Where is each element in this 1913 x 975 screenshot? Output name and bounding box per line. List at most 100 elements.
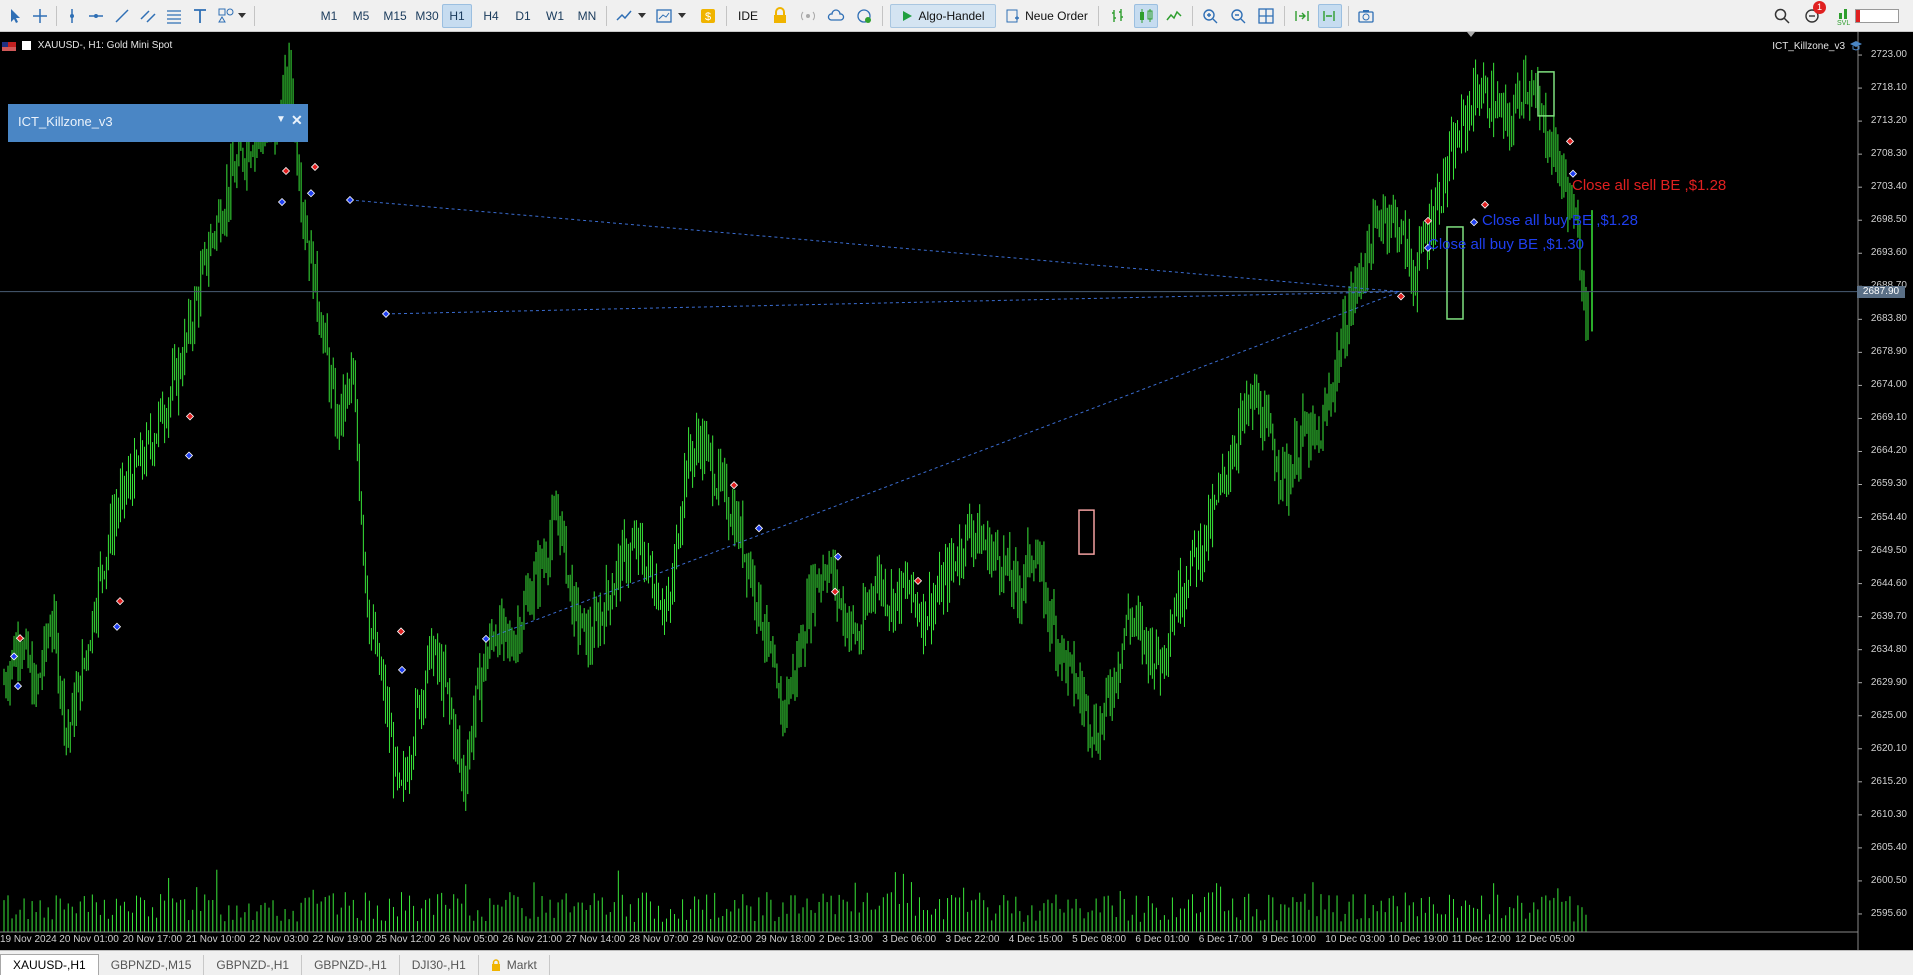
svg-text:$: $	[705, 11, 711, 23]
algo-trading-button[interactable]: Algo-Handel	[890, 4, 996, 28]
horizontal-line-icon[interactable]	[84, 4, 108, 28]
sell-marker	[281, 166, 291, 176]
search-icon[interactable]	[1770, 4, 1794, 28]
time-axis[interactable]: 19 Nov 2024 20 Nov 01:00 20 Nov 17:00 21 No…	[0, 932, 1859, 950]
time-tick-label: 9 Dec 10:00	[1262, 934, 1316, 945]
time-tick-label: 4 Dec 15:00	[1008, 934, 1063, 945]
chart-area[interactable]: XAUUSD-, H1: Gold Mini Spot ICT_Killzone…	[0, 32, 1913, 950]
vertical-line-icon[interactable]	[60, 4, 84, 28]
buy-marker	[184, 451, 194, 460]
dollar-icon[interactable]: $	[696, 4, 720, 28]
chart-type-icon[interactable]	[612, 4, 636, 28]
zoom-out-icon[interactable]	[1226, 4, 1250, 28]
new-order-label: Neue Order	[1025, 9, 1088, 23]
line-chart-icon[interactable]	[1162, 4, 1186, 28]
template-dropdown-icon[interactable]	[676, 4, 688, 28]
price-tick-label: 2669.10	[1870, 412, 1907, 424]
sell-marker	[1480, 200, 1490, 209]
timeframe-m5[interactable]: M5	[346, 4, 376, 28]
time-tick-label: 26 Nov 05:00	[439, 934, 499, 945]
ide-button[interactable]: IDE	[734, 4, 762, 28]
zoom-in-icon[interactable]	[1198, 4, 1222, 28]
channel-icon[interactable]	[136, 4, 160, 28]
timeframe-h4[interactable]: H4	[476, 4, 506, 28]
chart-type-dropdown-icon[interactable]	[636, 4, 648, 28]
one-click-trading-icon[interactable]	[22, 40, 31, 50]
sell-marker	[1565, 137, 1575, 146]
shapes-dropdown-icon[interactable]	[236, 4, 248, 28]
screenshot-icon[interactable]	[1354, 4, 1378, 28]
price-tick-label: 2664.20	[1870, 445, 1907, 457]
scroll-marker	[1467, 32, 1475, 37]
tab-markt[interactable]: Markt	[479, 955, 550, 975]
tab-gbpnzd-m15[interactable]: GBPNZD-,M15	[99, 955, 205, 975]
timeframe-mn[interactable]: MN	[572, 4, 602, 28]
cursor-icon[interactable]	[4, 4, 28, 28]
crosshair-icon[interactable]	[28, 4, 52, 28]
signal-strength-icon: SVL	[1837, 5, 1851, 27]
tab-xauusd-h1[interactable]: XAUUSD-,H1	[0, 954, 99, 975]
timeframe-h1[interactable]: H1	[442, 4, 472, 28]
shapes-icon[interactable]	[214, 4, 238, 28]
buy-marker	[306, 189, 316, 198]
fibonacci-icon[interactable]	[162, 4, 186, 28]
autoscroll-icon[interactable]	[1290, 4, 1314, 28]
price-tick-label: 2659.30	[1870, 478, 1907, 490]
tab-dji30-h1[interactable]: DJI30-,H1	[400, 955, 479, 975]
chart-header: XAUUSD-, H1: Gold Mini Spot	[22, 40, 172, 51]
chart-shift-icon[interactable]	[1318, 4, 1342, 28]
time-tick-label: 11 Dec 12:00	[1451, 934, 1511, 945]
sell-marker	[913, 576, 923, 585]
trendline-icon[interactable]	[110, 4, 134, 28]
trade-line	[485, 291, 1401, 640]
timeframe-m1[interactable]: M1	[314, 4, 344, 28]
buy-marker	[277, 197, 287, 207]
timeframe-d1[interactable]: D1	[508, 4, 538, 28]
price-tick-label: 2625.00	[1870, 709, 1907, 721]
signal-bar	[1855, 9, 1899, 23]
sell-marker	[729, 481, 739, 490]
price-tick-label: 2620.10	[1870, 742, 1907, 754]
price-tick-label: 2639.70	[1870, 610, 1907, 622]
timeframe-w1[interactable]: W1	[540, 4, 570, 28]
time-tick-label: 19 Nov 2024	[0, 934, 57, 945]
signal-widget[interactable]: SVL	[1836, 4, 1900, 28]
lock-icon[interactable]	[768, 4, 792, 28]
new-order-button[interactable]: Neue Order	[1002, 4, 1092, 28]
tab-gbpnzd-h1[interactable]: GBPNZD-,H1	[204, 955, 303, 975]
time-tick-label: 6 Dec 01:00	[1135, 934, 1190, 945]
price-tick-label: 2703.40	[1870, 181, 1907, 193]
cloud-icon[interactable]	[824, 4, 848, 28]
tab-markt-label: Markt	[506, 958, 537, 972]
vps-icon[interactable]	[852, 4, 876, 28]
notifications-icon[interactable]: 1	[1800, 1, 1826, 28]
price-axis[interactable]: 2727.902723.002718.102713.202708.302703.…	[1859, 32, 1913, 950]
indicator-label[interactable]: ICT_Killzone_v3	[1772, 40, 1863, 52]
buy-marker	[1469, 218, 1479, 227]
time-tick-label: 20 Nov 01:00	[59, 934, 119, 945]
toolbar: M1 M5 M15 M30 H1 H4 D1 W1 MN $ IDE Algo-…	[0, 0, 1913, 32]
close-icon[interactable]: ✕	[291, 112, 303, 129]
timeframe-m15[interactable]: M15	[378, 4, 412, 28]
timeframe-m30[interactable]: M30	[410, 4, 444, 28]
price-tick-label: 2698.50	[1870, 214, 1907, 226]
minimize-icon[interactable]: ▼	[276, 114, 286, 125]
notification-badge: 1	[1813, 1, 1826, 14]
bar-chart-icon[interactable]	[1106, 4, 1130, 28]
killzone-box	[1078, 509, 1095, 555]
price-tick-label: 2615.20	[1870, 775, 1907, 787]
sell-marker	[310, 162, 320, 172]
time-tick-label: 5 Dec 08:00	[1072, 934, 1127, 945]
indicator-panel[interactable]: ICT_Killzone_v3 ▼ ✕	[8, 104, 308, 142]
chart-header-text: XAUUSD-, H1: Gold Mini Spot	[37, 40, 173, 51]
time-tick-label: 6 Dec 17:00	[1198, 934, 1253, 945]
template-icon[interactable]	[652, 4, 676, 28]
time-tick-label: 25 Nov 12:00	[375, 934, 436, 945]
candlestick-icon[interactable]	[1134, 4, 1158, 28]
signal-broadcast-icon[interactable]	[796, 4, 820, 28]
buy-annotation-2: Close all buy BE ,$1.30	[1428, 236, 1584, 253]
grid-icon[interactable]	[1254, 4, 1278, 28]
tab-gbpnzd-h1-2[interactable]: GBPNZD-,H1	[302, 955, 400, 975]
price-chart[interactable]	[0, 32, 1913, 950]
text-tool-icon[interactable]	[188, 4, 212, 28]
